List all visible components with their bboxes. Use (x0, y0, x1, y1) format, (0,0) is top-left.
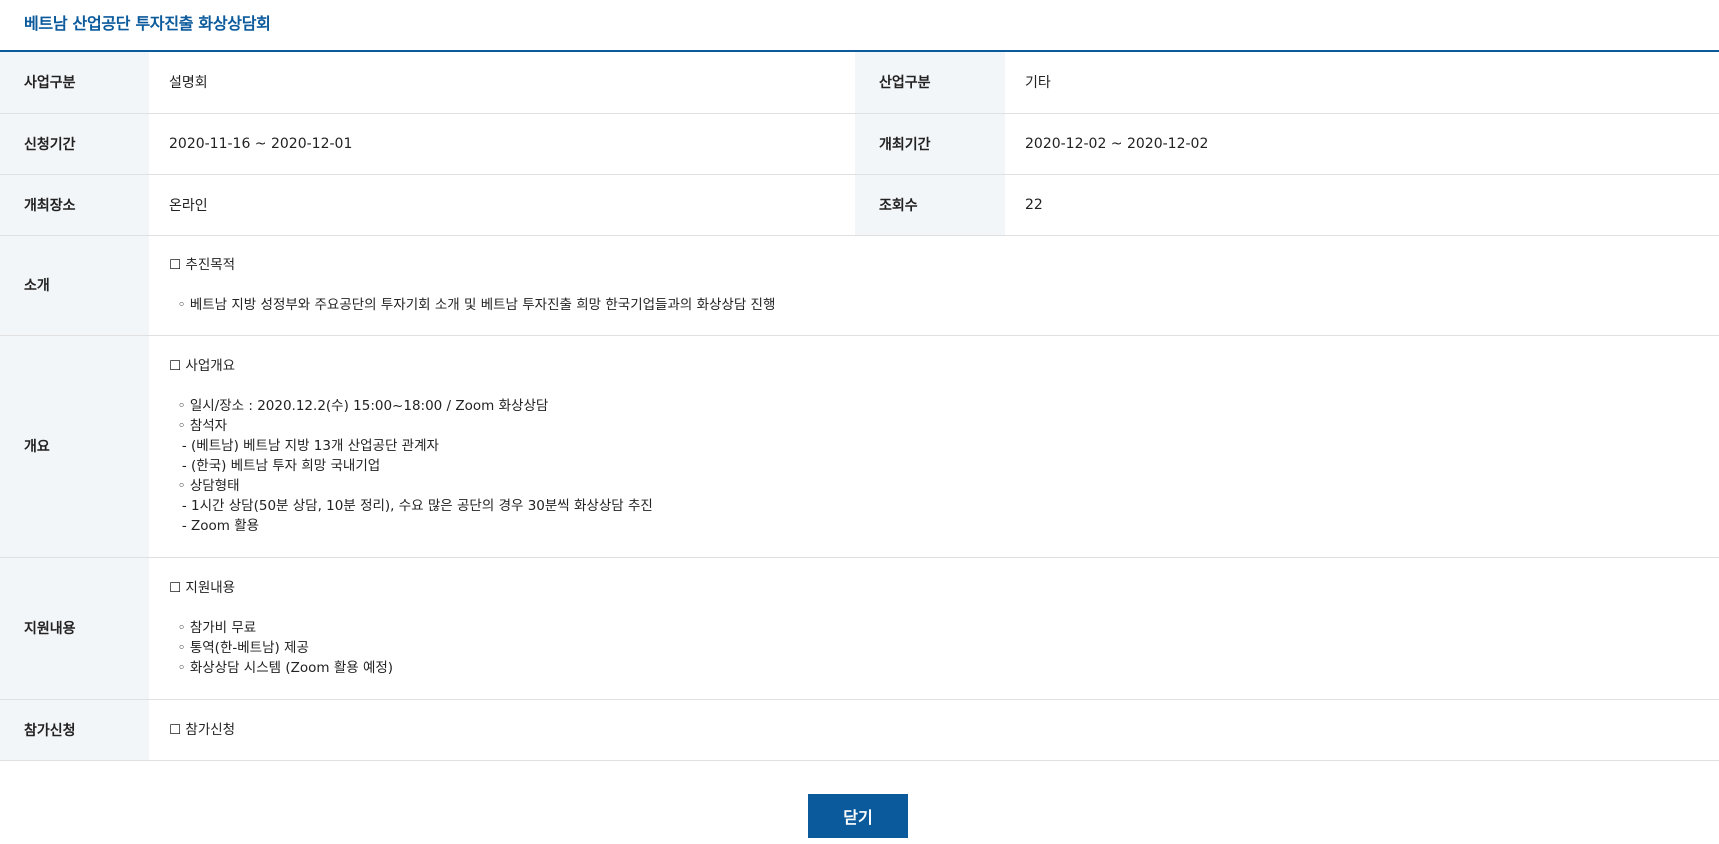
overview-content: ☐ 사업개요 ◦ 일시/장소 : 2020.12.2(수) 15:00~18:0… (149, 335, 1719, 558)
event-period-label: 개최기간 (855, 113, 1005, 175)
overview-lines: ☐ 사업개요 ◦ 일시/장소 : 2020.12.2(수) 15:00~18:0… (169, 356, 1719, 536)
table-row: 신청기간 2020-11-16 ~ 2020-12-01 개최기간 2020-1… (0, 113, 1719, 175)
venue-label: 개최장소 (0, 174, 149, 236)
apply-period-value: 2020-11-16 ~ 2020-12-01 (149, 113, 855, 175)
content-line: ◦ 베트남 지방 성정부와 주요공단의 투자기회 소개 및 베트남 투자진출 희… (169, 297, 776, 313)
content-line: ◦ 참석자 (169, 418, 228, 434)
content-line: - (한국) 베트남 투자 희망 국내기업 (169, 458, 381, 474)
content-line: ☐ 사업개요 (169, 358, 236, 374)
content-line: ◦ 통역(한-베트남) 제공 (169, 640, 309, 656)
content-line: - Zoom 활용 (169, 518, 260, 534)
apply-label: 참가신청 (0, 699, 149, 761)
table-row: 개요 ☐ 사업개요 ◦ 일시/장소 : 2020.12.2(수) 15:00~1… (0, 335, 1719, 558)
content-line: ☐ 추진목적 (169, 257, 236, 273)
content-line: ◦ 참가비 무료 (169, 620, 257, 636)
venue-value: 온라인 (149, 174, 855, 236)
industry-type-label: 산업구분 (855, 52, 1005, 114)
event-info-table: 사업구분 설명회 산업구분 기타 신청기간 2020-11-16 ~ 2020-… (0, 52, 1719, 761)
content-line: ◦ 일시/장소 : 2020.12.2(수) 15:00~18:00 / Zoo… (169, 398, 549, 414)
close-button[interactable]: 닫기 (808, 794, 908, 838)
table-row: 사업구분 설명회 산업구분 기타 (0, 52, 1719, 114)
apply-content: ☐ 참가신청 (149, 699, 1719, 761)
content-line: - 1시간 상담(50분 상담, 10분 정리), 수요 많은 공단의 경우 3… (169, 498, 653, 514)
industry-type-value: 기타 (1005, 52, 1719, 114)
content-line: ◦ 상담형태 (169, 478, 240, 494)
intro-lines: ☐ 추진목적 ◦ 베트남 지방 성정부와 주요공단의 투자기회 소개 및 베트남… (169, 255, 1719, 315)
support-label: 지원내용 (0, 557, 149, 700)
apply-period-label: 신청기간 (0, 113, 149, 175)
business-type-value: 설명회 (149, 52, 855, 114)
support-content: ☐ 지원내용 ◦ 참가비 무료 ◦ 통역(한-베트남) 제공 ◦ 화상상담 시스… (149, 557, 1719, 700)
views-label: 조회수 (855, 174, 1005, 236)
event-detail-page: 베트남 산업공단 투자진출 화상상담회 사업구분 설명회 산업구분 기타 신청기… (0, 0, 1719, 844)
intro-content: ☐ 추진목적 ◦ 베트남 지방 성정부와 주요공단의 투자기회 소개 및 베트남… (149, 235, 1719, 336)
title-bar: 베트남 산업공단 투자진출 화상상담회 (0, 0, 1719, 52)
content-line: - (베트남) 베트남 지방 13개 산업공단 관계자 (169, 438, 439, 454)
table-row: 지원내용 ☐ 지원내용 ◦ 참가비 무료 ◦ 통역(한-베트남) 제공 ◦ 화상… (0, 557, 1719, 700)
apply-line: ☐ 참가신청 (169, 721, 236, 738)
table-row: 소개 ☐ 추진목적 ◦ 베트남 지방 성정부와 주요공단의 투자기회 소개 및 … (0, 235, 1719, 336)
overview-label: 개요 (0, 335, 149, 558)
event-period-value: 2020-12-02 ~ 2020-12-02 (1005, 113, 1719, 175)
business-type-label: 사업구분 (0, 52, 149, 114)
content-line: ◦ 화상상담 시스템 (Zoom 활용 예정) (169, 660, 394, 676)
page-title: 베트남 산업공단 투자진출 화상상담회 (24, 14, 271, 33)
table-row: 참가신청 ☐ 참가신청 (0, 699, 1719, 761)
support-lines: ☐ 지원내용 ◦ 참가비 무료 ◦ 통역(한-베트남) 제공 ◦ 화상상담 시스… (169, 578, 1719, 678)
table-row: 개최장소 온라인 조회수 22 (0, 174, 1719, 236)
content-line: ☐ 지원내용 (169, 580, 236, 596)
views-value: 22 (1005, 174, 1719, 236)
intro-label: 소개 (0, 235, 149, 336)
